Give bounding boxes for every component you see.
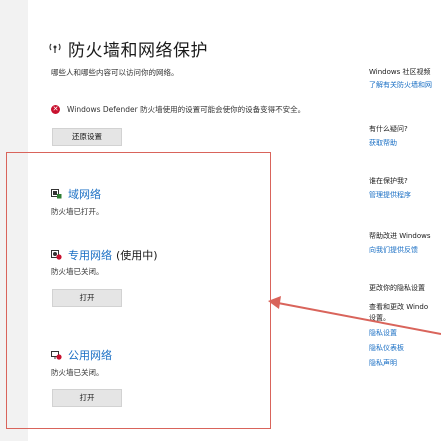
- annotation-arrow: [268, 296, 441, 335]
